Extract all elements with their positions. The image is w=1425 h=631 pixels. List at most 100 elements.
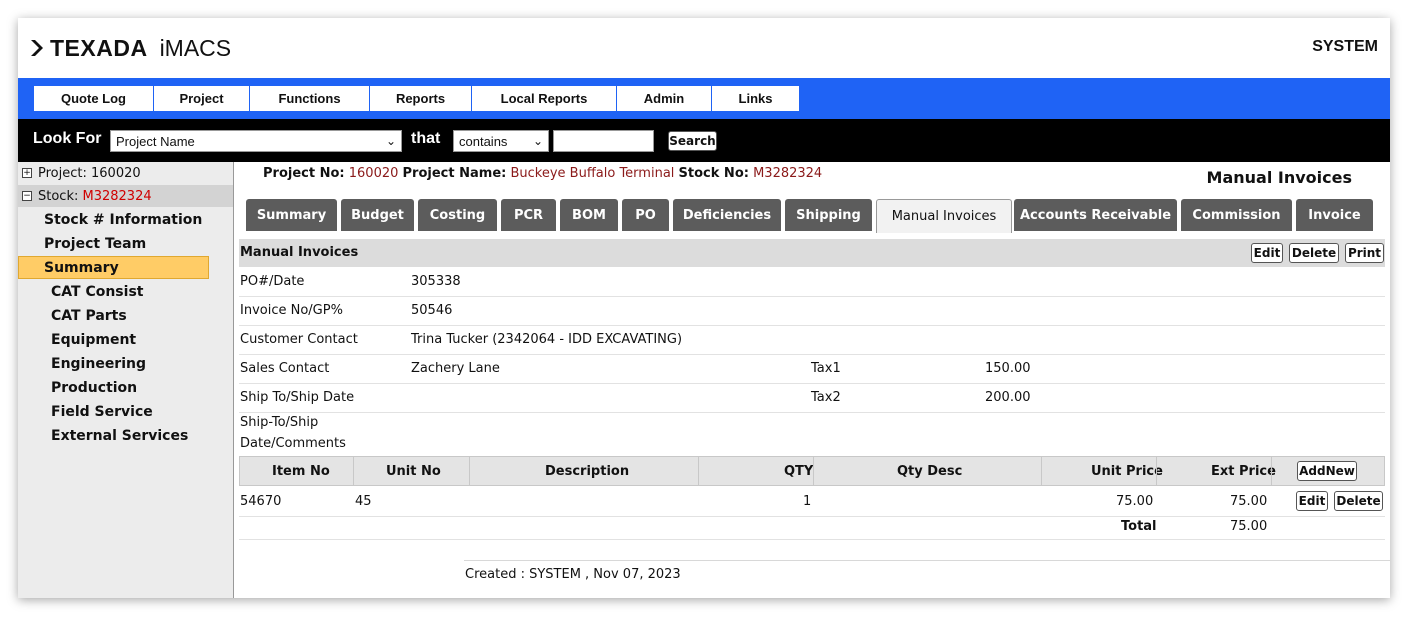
nav-quote-log[interactable]: Quote Log <box>34 86 154 111</box>
col-item-no: Item No <box>272 464 330 479</box>
app-header: TEXADA iMACS SYSTEM <box>18 18 1390 78</box>
sales-contact-value: Zachery Lane <box>411 361 500 376</box>
tree-project-label: Project: <box>38 165 87 181</box>
col-unit-no: Unit No <box>386 464 441 479</box>
column-divider <box>469 457 470 485</box>
row-delete-button[interactable]: Delete <box>1334 491 1383 511</box>
texada-logo: TEXADA iMACS <box>30 35 231 61</box>
sidebar: + Project: 160020 − Stock: M3282324 Stoc… <box>18 162 234 598</box>
tab-manual-invoices[interactable]: Manual Invoices <box>876 199 1012 233</box>
nav-reports[interactable]: Reports <box>370 86 472 111</box>
nav-functions[interactable]: Functions <box>250 86 370 111</box>
sidebar-item-field-service[interactable]: Field Service <box>51 404 153 420</box>
search-value-input[interactable] <box>553 130 654 152</box>
sidebar-item-summary[interactable]: Summary <box>44 260 119 276</box>
footer-divider <box>464 560 1390 561</box>
tab-budget[interactable]: Budget <box>341 199 414 231</box>
sidebar-item-equipment[interactable]: Equipment <box>51 332 136 348</box>
look-for-field-select[interactable]: Project Name ⌄ <box>110 130 402 152</box>
expand-icon[interactable]: + <box>22 168 32 178</box>
sidebar-item-cat-parts[interactable]: CAT Parts <box>51 308 127 324</box>
tab-shipping[interactable]: Shipping <box>785 199 872 231</box>
look-for-label: Look For <box>33 130 102 147</box>
column-divider <box>1041 457 1042 485</box>
look-for-bar: Look For Project Name ⌄ that contains ⌄ … <box>18 119 1390 162</box>
project-no-label: Project No: <box>263 166 345 181</box>
sidebar-item-engineering[interactable]: Engineering <box>51 356 146 372</box>
tab-invoice[interactable]: Invoice <box>1296 199 1373 231</box>
tree-project-number: 160020 <box>91 165 141 181</box>
ship-to-label: Ship To/Ship Date <box>240 390 355 405</box>
texada-chevron-icon <box>31 40 43 56</box>
tree-project-node[interactable]: + Project: 160020 <box>18 162 233 184</box>
column-divider <box>1271 457 1272 485</box>
current-user[interactable]: SYSTEM <box>1312 38 1378 56</box>
nav-admin[interactable]: Admin <box>617 86 712 111</box>
tab-summary[interactable]: Summary <box>246 199 337 231</box>
row-item-no: 54670 <box>240 494 282 509</box>
tab-accounts-receivable[interactable]: Accounts Receivable <box>1014 199 1177 231</box>
project-no-value: 160020 <box>348 166 399 181</box>
nav-project[interactable]: Project <box>154 86 250 111</box>
sidebar-item-cat-consist[interactable]: CAT Consist <box>51 284 143 300</box>
customer-contact-row: Customer Contact Trina Tucker (2342064 -… <box>239 326 1385 355</box>
tab-commission[interactable]: Commission <box>1181 199 1292 231</box>
nav-local-reports[interactable]: Local Reports <box>472 86 617 111</box>
sidebar-item-production[interactable]: Production <box>51 380 137 396</box>
column-divider <box>1156 457 1157 485</box>
collapse-icon[interactable]: − <box>22 191 32 201</box>
tree-stock-node[interactable]: − Stock: M3282324 <box>18 185 233 207</box>
total-value: 75.00 <box>1230 519 1268 534</box>
tax1-value: 150.00 <box>985 361 1031 376</box>
row-ext-price: 75.00 <box>1230 494 1268 509</box>
column-divider <box>353 457 354 485</box>
look-for-field-value: Project Name <box>116 133 195 149</box>
row-edit-button[interactable]: Edit <box>1296 491 1328 511</box>
column-divider <box>698 457 699 485</box>
chevron-down-icon: ⌄ <box>385 134 396 148</box>
product-name: iMACS <box>159 34 232 61</box>
row-qty: 1 <box>803 494 812 509</box>
created-info: Created : SYSTEM , Nov 07, 2023 <box>465 567 681 582</box>
col-qty: QTY <box>784 464 814 479</box>
project-info-line: Project No: 160020 Project Name: Buckeye… <box>263 166 822 181</box>
po-label: PO#/Date <box>240 274 305 289</box>
comments-row: Ship-To/Ship Date/Comments <box>239 413 1385 455</box>
line-items-header: Item No Unit No Description QTY Qty Desc… <box>239 456 1385 486</box>
brand-name: TEXADA <box>50 34 148 61</box>
nav-links[interactable]: Links <box>712 86 800 111</box>
section-title: Manual Invoices <box>240 245 359 260</box>
add-new-button[interactable]: AddNew <box>1297 461 1357 481</box>
col-qty-desc: Qty Desc <box>897 464 963 479</box>
customer-contact-value: Trina Tucker (2342064 - IDD EXCAVATING) <box>411 332 683 347</box>
sidebar-item-external-services[interactable]: External Services <box>51 428 188 444</box>
invoice-value: 50546 <box>411 303 453 318</box>
tab-pcr[interactable]: PCR <box>501 199 556 231</box>
tab-po[interactable]: PO <box>622 199 669 231</box>
app-window: TEXADA iMACS SYSTEM Quote Log Project Fu… <box>18 18 1390 598</box>
tab-deficiencies[interactable]: Deficiencies <box>673 199 781 231</box>
page-title: Manual Invoices <box>1206 168 1352 187</box>
tab-costing[interactable]: Costing <box>418 199 497 231</box>
chevron-down-icon: ⌄ <box>532 134 543 148</box>
tax1-label: Tax1 <box>811 361 841 376</box>
sales-contact-row: Sales Contact Zachery Lane Tax1 150.00 <box>239 355 1385 384</box>
invoice-label: Invoice No/GP% <box>240 303 343 318</box>
sales-contact-label: Sales Contact <box>240 361 330 376</box>
main-nav: Quote Log Project Functions Reports Loca… <box>18 78 1390 119</box>
edit-button[interactable]: Edit <box>1251 243 1283 263</box>
print-button[interactable]: Print <box>1345 243 1384 263</box>
tab-bom[interactable]: BOM <box>560 199 618 231</box>
customer-contact-label: Customer Contact <box>240 332 358 347</box>
col-unit-price: Unit Price <box>1091 464 1163 479</box>
sidebar-item-project-team[interactable]: Project Team <box>44 236 146 252</box>
operator-select[interactable]: contains ⌄ <box>453 130 549 152</box>
delete-button[interactable]: Delete <box>1289 243 1339 263</box>
search-button[interactable]: Search <box>668 131 717 151</box>
column-divider <box>813 457 814 485</box>
sidebar-item-stock-information[interactable]: Stock # Information <box>44 212 202 228</box>
operator-value: contains <box>459 133 508 149</box>
comments-label-line1: Ship-To/Ship <box>240 415 319 430</box>
tax2-value: 200.00 <box>985 390 1031 405</box>
total-label: Total <box>1121 519 1157 534</box>
